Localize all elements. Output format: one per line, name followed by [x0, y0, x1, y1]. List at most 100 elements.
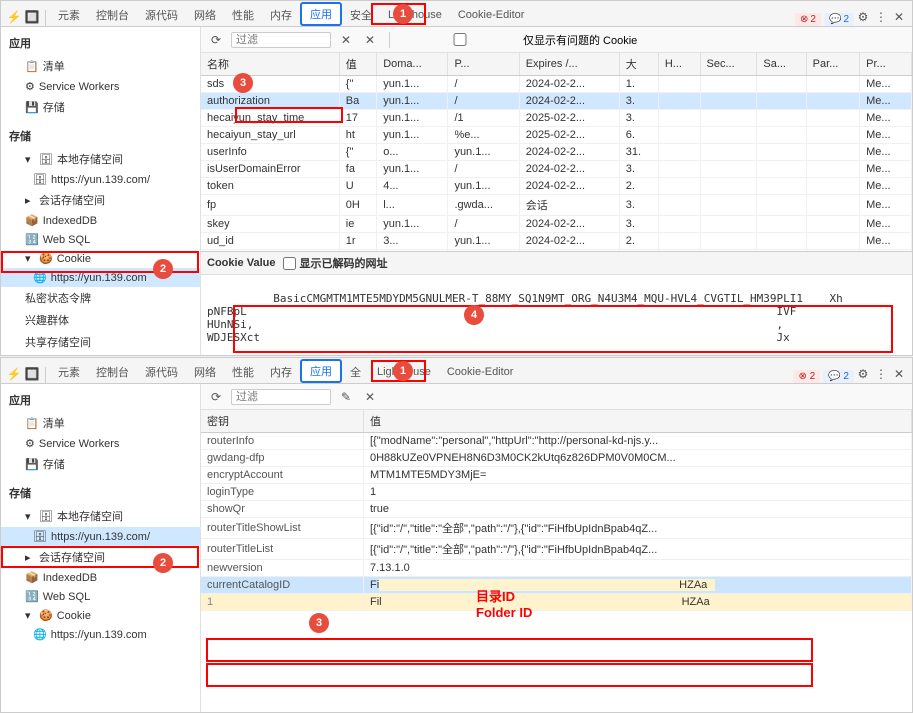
tab-cookie-editor[interactable]: Cookie-Editor [450, 2, 533, 26]
sidebar-item-private-state[interactable]: 私密状态令牌 [1, 287, 200, 309]
show-problems-checkbox[interactable] [400, 33, 520, 46]
sidebar-item-manifest[interactable]: 📋 清单 [1, 55, 200, 77]
tab-network[interactable]: 网络 [186, 2, 224, 26]
tab-performance[interactable]: 性能 [224, 2, 262, 26]
tab-sources[interactable]: 源代码 [137, 2, 186, 26]
storage-row[interactable]: loginType1 [201, 484, 912, 501]
bottom-sidebar-local[interactable]: 🗄 本地存储空间 [1, 505, 200, 527]
bottom-sidebar-cookie[interactable]: 🍪 Cookie [1, 606, 200, 625]
table-row: yun.1... [377, 93, 448, 110]
storage-row[interactable]: gwdang-dfp0H88kUZe0VPNEH8N6D3M0CK2kUtq6z… [201, 450, 912, 467]
bottom-tab-performance[interactable]: 性能 [224, 359, 262, 383]
bottom-devtools-icon-2[interactable]: 🔲 [23, 365, 41, 383]
storage-row[interactable]: newversion7.13.1.0 [201, 560, 912, 577]
sidebar-item-service-workers[interactable]: ⚙ Service Workers [1, 77, 200, 96]
close-icon[interactable]: ✕ [890, 8, 908, 26]
col-path[interactable]: P... [448, 53, 519, 76]
devtools-icon-2[interactable]: 🔲 [23, 8, 41, 26]
bottom-tab-memory[interactable]: 内存 [262, 359, 300, 383]
storage-edit-row[interactable]: 1FilHZAa [201, 594, 912, 611]
sidebar-item-websql[interactable]: 🔢 Web SQL [1, 230, 200, 249]
bottom-tab-console[interactable]: 控制台 [88, 359, 137, 383]
sidebar-item-session-storage[interactable]: 会话存储空间 [1, 189, 200, 211]
col-par[interactable]: Par... [806, 53, 860, 76]
col-sa[interactable]: Sa... [757, 53, 806, 76]
tab-security[interactable]: 安全 [342, 2, 380, 26]
storage-row[interactable]: routerInfo[{"modName":"personal","httpUr… [201, 433, 912, 450]
b-col-value[interactable]: 值 [364, 410, 912, 433]
cookie-row[interactable]: ud_id1r3...yun.1...2024-02-2...2.Me... [201, 233, 912, 250]
settings-icon[interactable]: ⚙ [854, 8, 872, 26]
filter-input[interactable] [231, 32, 331, 48]
sidebar-item-storage[interactable]: 💾 存储 [1, 96, 200, 118]
bottom-sidebar-sw[interactable]: ⚙ Service Workers [1, 434, 200, 453]
col-name[interactable]: 名称 [201, 53, 339, 76]
show-decoded-label[interactable]: 显示已解码的网址 [283, 255, 387, 271]
sidebar-item-local-storage[interactable]: 🗄 本地存储空间 [1, 148, 200, 170]
storage-row[interactable]: routerTitleShowList[{"id":"/","title":"全… [201, 518, 912, 539]
cookie-row[interactable]: authorizationBayun.1.../2024-02-2...3.Me… [201, 93, 912, 110]
bottom-tab-elements[interactable]: 元素 [50, 359, 88, 383]
bottom-tab-cookie-editor[interactable]: Cookie-Editor [439, 359, 522, 383]
tab-memory[interactable]: 内存 [262, 2, 300, 26]
bottom-tab-all[interactable]: 全 [342, 359, 369, 383]
bottom-settings-icon[interactable]: ⚙ [854, 365, 872, 383]
bottom-tab-application[interactable]: 应用 [300, 359, 342, 383]
bottom-more-icon[interactable]: ⋮ [872, 365, 890, 383]
b-edit-icon[interactable]: ✎ [337, 388, 355, 406]
sidebar-item-interest-groups[interactable]: 兴趣群体 [1, 309, 200, 331]
bottom-close-icon[interactable]: ✕ [890, 365, 908, 383]
col-domain[interactable]: Doma... [377, 53, 448, 76]
cookie-row[interactable]: hecaiyun_stay_urlhtyun.1...%e...2025-02-… [201, 127, 912, 144]
col-sec[interactable]: Sec... [700, 53, 757, 76]
refresh-icon[interactable]: ⟳ [207, 31, 225, 49]
show-decoded-checkbox[interactable] [283, 257, 296, 270]
cookie-row[interactable]: fp0Hl....gwda...会话3.Me... [201, 195, 912, 216]
sidebar-item-shared-storage[interactable]: 共享存储空间 [1, 331, 200, 353]
cookie-row[interactable]: sds{"yun.1.../2024-02-2...1.Me... [201, 76, 912, 93]
filter-x-icon[interactable]: ✕ [361, 31, 379, 49]
col-size[interactable]: 大 [619, 53, 658, 76]
more-icon[interactable]: ⋮ [872, 8, 890, 26]
b-col-key[interactable]: 密钥 [201, 410, 364, 433]
bottom-sidebar-storage-item[interactable]: 💾 存储 [1, 453, 200, 475]
col-h[interactable]: H... [658, 53, 700, 76]
bottom-panel: ⚡ 🔲 元素 控制台 源代码 网络 性能 内存 应用 全 Lighthouse … [0, 357, 913, 713]
bottom-sidebar-local-url[interactable]: 🗄 https://yun.139.com/ [1, 527, 200, 546]
tab-elements[interactable]: 元素 [50, 2, 88, 26]
filter-clear-icon[interactable]: ✕ [337, 31, 355, 49]
show-problems-label[interactable]: 仅显示有问题的 Cookie [400, 32, 637, 48]
cookie-row[interactable]: userInfo{"o...yun.1...2024-02-2...31.Me.… [201, 144, 912, 161]
storage-row[interactable]: currentCatalogIDFiHZAa [201, 577, 912, 594]
tab-application[interactable]: 应用 [300, 2, 342, 26]
sidebar-item-cache[interactable]: 缓存空间 [1, 353, 200, 355]
cookie-row[interactable]: skeyieyun.1.../2024-02-2...3.Me... [201, 216, 912, 233]
storage-row[interactable]: showQrtrue [201, 501, 912, 518]
bottom-devtools-icon-1[interactable]: ⚡ [5, 365, 23, 383]
cookie-row[interactable]: hecaiyun_stay_time17yun.1.../12025-02-2.… [201, 110, 912, 127]
storage-row[interactable]: encryptAccountMTM1MTE5MDY3MjE= [201, 467, 912, 484]
tab-console[interactable]: 控制台 [88, 2, 137, 26]
bottom-sidebar-cookie-url[interactable]: 🌐 https://yun.139.com [1, 625, 200, 644]
col-expires[interactable]: Expires /... [519, 53, 619, 76]
storage-row[interactable]: routerTitleList[{"id":"/","title":"全部","… [201, 539, 912, 560]
bottom-tab-network[interactable]: 网络 [186, 359, 224, 383]
b-delete-icon[interactable]: ✕ [361, 388, 379, 406]
bottom-sidebar-idb[interactable]: 📦 IndexedDB [1, 568, 200, 587]
bottom-tab-sources[interactable]: 源代码 [137, 359, 186, 383]
table-row: 6. [619, 127, 658, 144]
sidebar-item-local-storage-url[interactable]: 🗄 https://yun.139.com/ [1, 170, 200, 189]
b-filter-input[interactable] [231, 389, 331, 405]
bottom-sidebar-manifest[interactable]: 📋 清单 [1, 412, 200, 434]
bottom-sidebar-sql[interactable]: 🔢 Web SQL [1, 587, 200, 606]
cookie-row[interactable]: isUserDomainErrorfayun.1.../2024-02-2...… [201, 161, 912, 178]
cookie-row[interactable]: tokenU4...yun.1...2024-02-2...2.Me... [201, 178, 912, 195]
b-refresh-icon[interactable]: ⟳ [207, 388, 225, 406]
table-row: yun.1... [448, 144, 519, 161]
sidebar-item-indexeddb[interactable]: 📦 IndexedDB [1, 211, 200, 230]
devtools-icon-1[interactable]: ⚡ [5, 8, 23, 26]
tab-lighthouse[interactable]: Lighthouse [380, 2, 450, 26]
col-pr[interactable]: Pr... [860, 53, 912, 76]
col-value[interactable]: 值 [339, 53, 376, 76]
table-row: 2. [619, 233, 658, 250]
